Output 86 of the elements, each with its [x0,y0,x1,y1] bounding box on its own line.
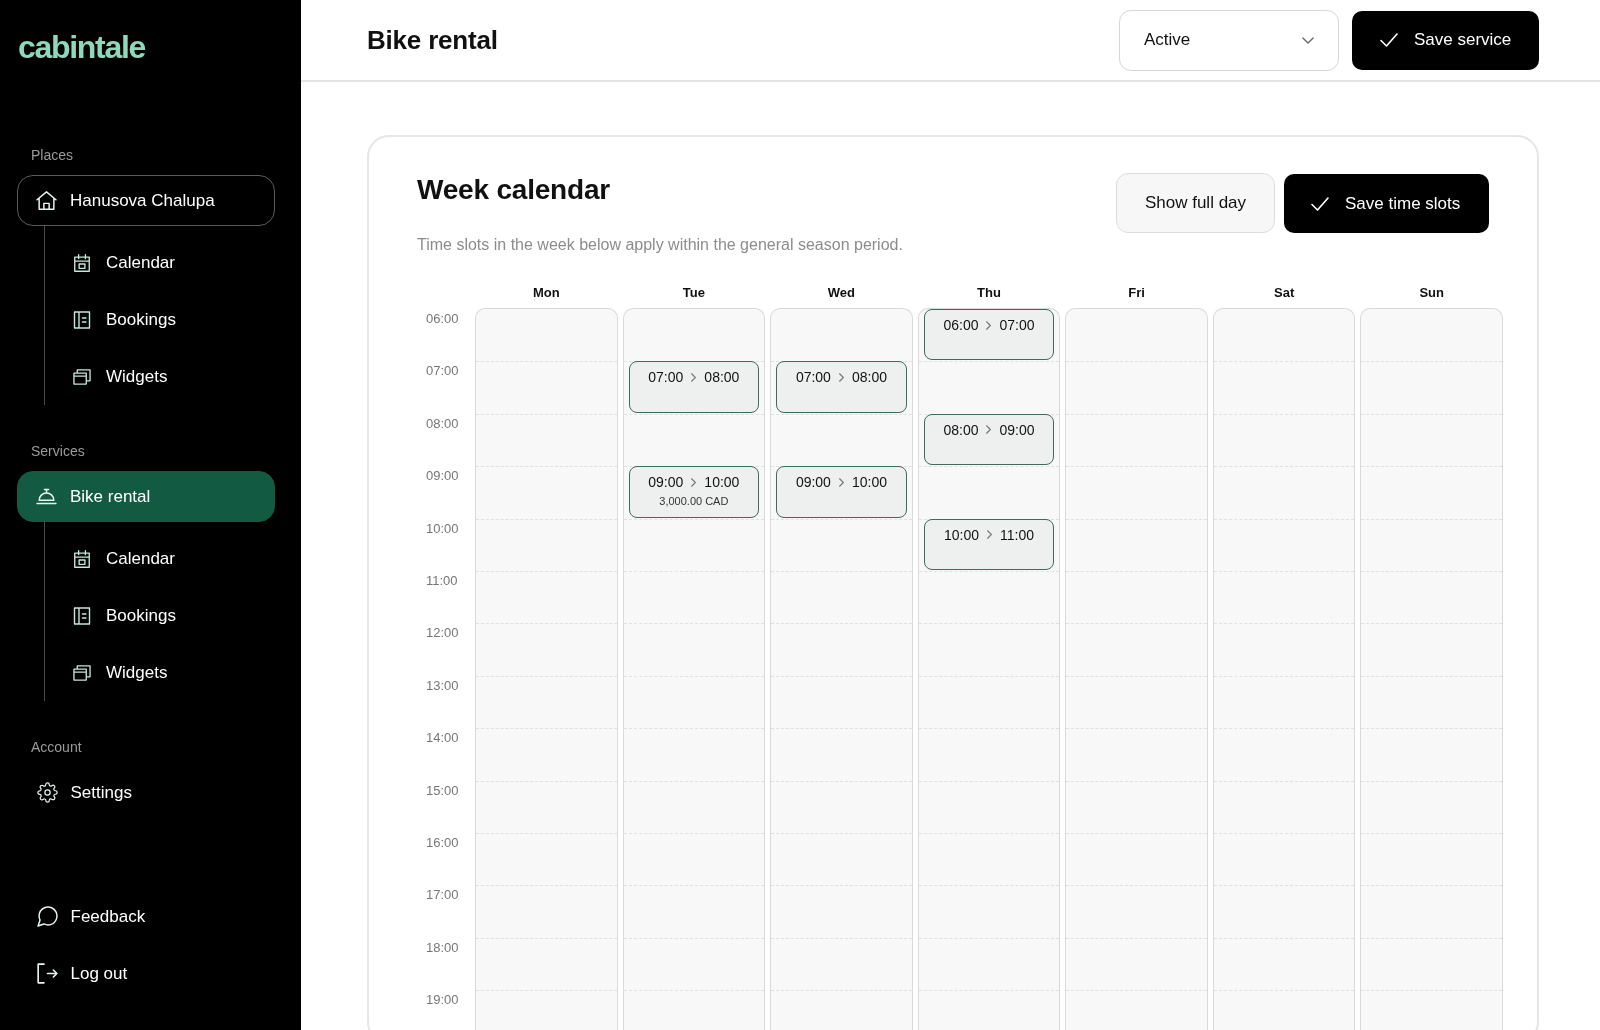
time-label: 06:00 [426,311,459,327]
time-label: 16:00 [426,834,459,851]
show-full-day-button[interactable]: Show full day [1116,173,1275,233]
bell-icon [36,486,57,507]
start-time: 09:00 [648,473,684,492]
time-slot[interactable]: 09:00 10:00 3,000.00 CAD [628,466,760,518]
nav-item[interactable]: Calendar [73,540,175,577]
house-icon [36,190,57,211]
day-header: Mon [532,285,560,301]
notebook-icon [73,310,91,329]
time-label: 11:00 [426,572,458,589]
card-title: Week calendar [417,173,610,207]
end-time: 08:00 [704,368,740,387]
time-label: 19:00 [426,992,459,1009]
stacked-windows-icon [73,663,91,682]
time-label: 10:00 [426,520,459,537]
time-label: 08:00 [426,415,459,432]
chevron-right-icon [987,530,992,540]
start-time: 07:00 [795,368,831,387]
nav-item[interactable]: Feedback [36,901,146,932]
section-heading: Services [31,442,85,460]
time-slot[interactable]: 07:00 08:00 [776,361,907,413]
day-header: Tue [682,285,705,301]
end-time: 08:00 [851,368,887,387]
calendar-icon [73,253,91,272]
day-header: Thu [977,285,1001,301]
chevron-right-icon [986,320,992,330]
chevron-right-icon [986,425,992,435]
nav-item[interactable]: Calendar [73,244,175,281]
nav-item[interactable]: Hanusova Chalupa [17,175,275,226]
chevron-right-icon [838,477,844,487]
app-logo: cabintale [18,29,146,65]
time-slot[interactable]: 06:00 07:00 [923,309,1055,361]
settings-icon [36,782,58,803]
time-slot[interactable]: 08:00 09:00 [923,413,1055,466]
end-time: 09:00 [999,420,1035,439]
nav-item[interactable]: Widgets [73,358,168,395]
end-time: 10:00 [704,473,740,492]
time-label: 18:00 [426,939,459,956]
save-time-slots-button[interactable]: Save time slots [1284,174,1489,233]
time-label: 13:00 [426,677,459,694]
chevron-right-icon [691,372,697,382]
status-select[interactable]: Active [1119,9,1339,71]
time-slot[interactable]: 10:00 11:00 [923,518,1055,570]
nav-item[interactable]: Log out [36,958,128,989]
nav-item[interactable]: Bookings [73,597,176,634]
start-time: 10:00 [943,525,979,544]
nav-item[interactable]: Bike rental [17,471,275,522]
time-label: 12:00 [426,625,459,642]
chevron-down-icon [1302,36,1314,44]
card-description: Time slots in the week below apply within the general season period. [417,235,903,255]
start-time: 06:00 [943,316,979,334]
chevron-right-icon [691,477,697,487]
calendar-icon [73,549,91,568]
section-heading: Account [31,738,82,756]
time-slot[interactable]: 09:00 10:00 [776,466,907,518]
section-heading: Places [31,146,74,164]
start-time: 07:00 [648,368,684,387]
time-label: 14:00 [426,730,459,747]
nav-item[interactable]: Bookings [73,301,176,338]
nav-item[interactable]: Widgets [73,654,168,691]
checkmark-icon [1380,33,1398,47]
checkmark-icon [1311,196,1329,211]
start-time: 08:00 [943,420,979,439]
day-header: Sun [1419,285,1444,301]
end-time: 10:00 [851,473,887,492]
chat-bubble-icon [36,906,58,927]
stacked-windows-icon [73,367,91,386]
slot-price: 3,000.00 CAD [659,494,729,509]
nav-item[interactable]: Settings [36,777,132,808]
day-header: Sat [1274,285,1295,301]
logout-icon [36,963,58,984]
time-label: 17:00 [426,887,459,904]
day-header: Fri [1128,285,1145,301]
end-time: 11:00 [1000,525,1034,544]
time-slot[interactable]: 07:00 08:00 [628,361,760,413]
notebook-icon [73,606,91,625]
time-label: 15:00 [426,782,459,799]
time-label: 09:00 [426,468,459,485]
page-title: Bike rental [367,24,498,56]
start-time: 09:00 [795,473,831,492]
chevron-right-icon [838,372,844,382]
end-time: 07:00 [999,316,1035,334]
time-label: 07:00 [426,363,459,380]
save-service-button[interactable]: Save service [1352,10,1539,70]
day-header: Wed [827,285,856,301]
